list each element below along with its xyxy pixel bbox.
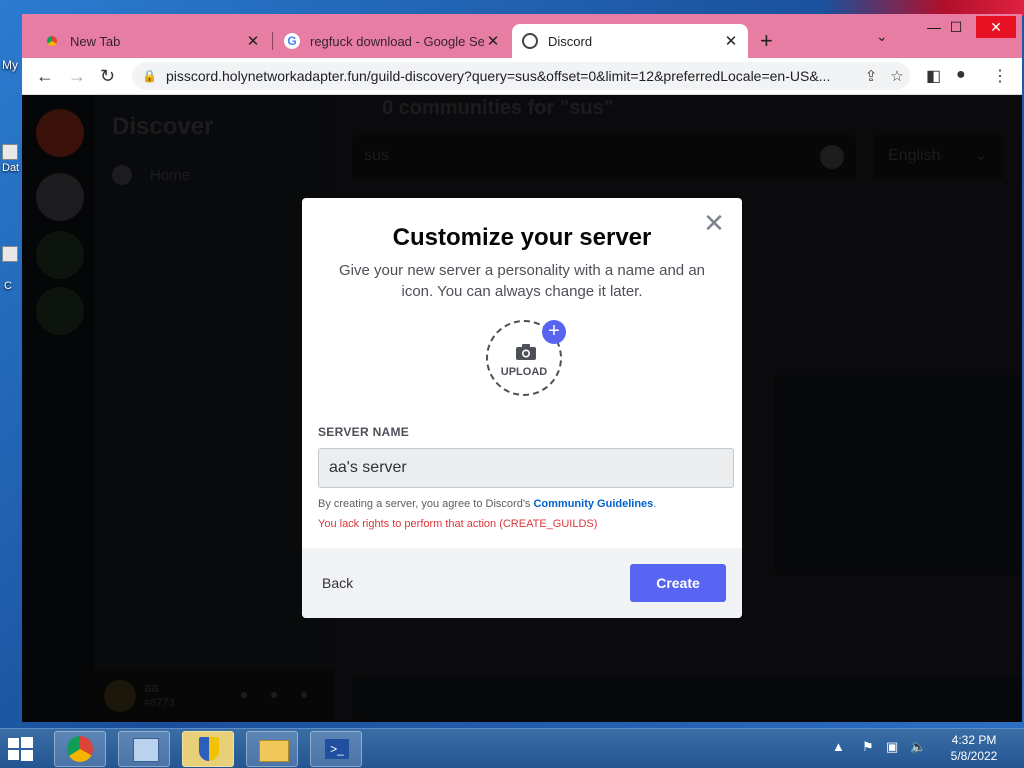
community-guidelines-link[interactable]: Community Guidelines xyxy=(533,498,653,510)
clock-time: 4:32 PM xyxy=(951,733,997,747)
clock-date: 5/8/2022 xyxy=(950,749,998,763)
tab-title: regfuck download - Google Sea xyxy=(310,33,484,49)
server-name-input[interactable] xyxy=(318,448,734,488)
lock-icon[interactable]: 🔒 xyxy=(142,69,158,83)
terminal-icon: >_ xyxy=(325,739,349,759)
windows-start-icon[interactable] xyxy=(6,735,34,763)
error-message: You lack rights to perform that action (… xyxy=(318,518,598,530)
desktop-label-c[interactable]: C xyxy=(4,280,12,292)
tab-google-search[interactable]: G regfuck download - Google Sea ✕ xyxy=(274,24,510,58)
system-clock[interactable]: 4:32 PM 5/8/2022 xyxy=(934,732,1014,764)
taskbar-chrome[interactable] xyxy=(54,731,106,767)
back-arrow-icon[interactable]: ← xyxy=(36,66,54,86)
desktop-file-icon[interactable] xyxy=(2,144,18,160)
modal-title: Customize your server xyxy=(392,224,652,251)
shield-icon xyxy=(199,737,219,761)
add-icon[interactable]: + xyxy=(542,320,566,344)
url-text[interactable]: pisscord.holynetworkadapter.fun/guild-di… xyxy=(166,68,858,84)
desktop-label-data[interactable]: Dat xyxy=(2,162,19,174)
new-tab-button[interactable]: + xyxy=(760,28,773,54)
close-tab-icon[interactable]: ✕ xyxy=(484,32,502,50)
close-tab-icon[interactable]: ✕ xyxy=(244,32,262,50)
terms-suffix: . xyxy=(653,498,657,510)
forward-arrow-icon[interactable]: → xyxy=(68,66,86,86)
globe-icon xyxy=(522,33,538,49)
volume-muted-icon[interactable]: 🔈 xyxy=(910,739,926,755)
chrome-icon xyxy=(67,736,93,762)
tab-search-chevron-icon[interactable]: ⌄ xyxy=(876,28,888,45)
taskbar-task-manager[interactable] xyxy=(118,731,170,767)
server-name-label: SERVER NAME xyxy=(318,425,410,439)
modal-subtitle: Give your new server a personality with … xyxy=(338,262,706,300)
taskbar-explorer[interactable] xyxy=(246,731,298,767)
tab-title: New Tab xyxy=(70,33,121,49)
google-icon: G xyxy=(284,33,300,49)
taskbar-powershell[interactable]: >_ xyxy=(310,731,362,767)
network-icon[interactable]: ▣ xyxy=(886,739,898,755)
camera-icon xyxy=(516,344,536,360)
reload-icon[interactable]: ↻ xyxy=(100,66,115,86)
discord-page: Discover Home aa #6773 ● ● ● 0 communiti… xyxy=(22,95,1022,722)
chrome-icon xyxy=(44,33,60,49)
tab-new-tab[interactable]: New Tab ✕ xyxy=(34,24,270,58)
close-tab-icon[interactable]: ✕ xyxy=(722,32,740,50)
tab-strip: New Tab ✕ G regfuck download - Google Se… xyxy=(22,14,1022,58)
bookmark-star-icon[interactable]: ☆ xyxy=(884,67,910,85)
customize-server-modal: ✕ Customize your server Give your new se… xyxy=(302,198,742,618)
tray-expand-icon[interactable]: ▲ xyxy=(832,739,845,754)
share-icon[interactable]: ⇪ xyxy=(858,67,884,85)
profile-avatar-icon[interactable]: ● xyxy=(956,66,966,84)
close-window-icon[interactable]: ✕ xyxy=(976,16,1016,38)
tab-divider xyxy=(272,32,273,50)
taskbar: >_ ▲ ⚑ ▣ 🔈 4:32 PM 5/8/2022 xyxy=(0,728,1024,768)
tab-title: Discord xyxy=(548,33,593,49)
terms-prefix: By creating a server, you agree to Disco… xyxy=(318,498,531,510)
back-button[interactable]: Back xyxy=(322,575,353,591)
create-button[interactable]: Create xyxy=(630,564,726,602)
menu-kebab-icon[interactable]: ⋮ xyxy=(992,66,1008,86)
upload-label: UPLOAD xyxy=(500,366,548,378)
desktop-label-my[interactable]: My xyxy=(2,58,18,72)
folder-icon xyxy=(259,740,289,762)
modal-footer: Back Create xyxy=(302,548,742,618)
maximize-icon[interactable]: ☐ xyxy=(936,16,976,38)
browser-window: New Tab ✕ G regfuck download - Google Se… xyxy=(22,14,1022,722)
address-bar[interactable]: 🔒 pisscord.holynetworkadapter.fun/guild-… xyxy=(132,62,910,90)
browser-toolbar: ← → ↻ 🔒 pisscord.holynetworkadapter.fun/… xyxy=(22,58,1022,95)
action-center-icon[interactable]: ⚑ xyxy=(862,739,874,755)
tab-discord[interactable]: Discord ✕ xyxy=(512,24,748,58)
desktop-file-icon[interactable] xyxy=(2,246,18,262)
taskbar-security[interactable] xyxy=(182,731,234,767)
side-panel-icon[interactable]: ◧ xyxy=(926,66,941,86)
monitor-icon xyxy=(133,738,159,762)
terms-notice: By creating a server, you agree to Disco… xyxy=(318,498,656,510)
